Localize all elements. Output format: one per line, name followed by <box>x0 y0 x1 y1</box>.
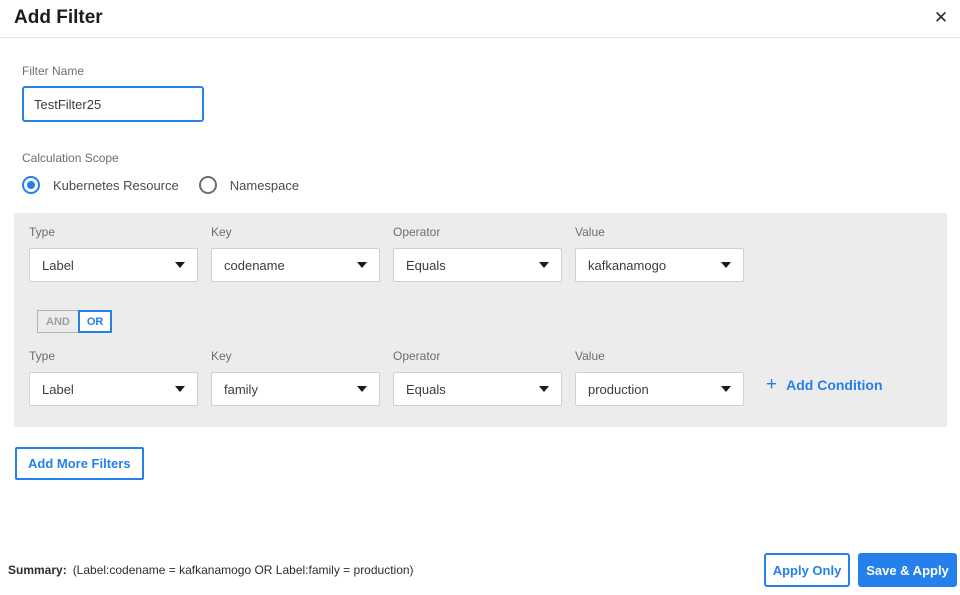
value-label: Value <box>575 225 605 239</box>
condition1-type-dropdown[interactable]: Label <box>29 248 198 282</box>
dropdown-value: Label <box>42 381 74 397</box>
condition1-type-group: Type Label <box>29 225 198 282</box>
filter-name-input[interactable] <box>22 86 204 122</box>
dialog-title: Add Filter <box>14 7 103 28</box>
condition2-operator-dropdown[interactable]: Equals <box>393 372 562 406</box>
condition1-value-dropdown[interactable]: kafkanamogo <box>575 248 744 282</box>
radio-label: Kubernetes Resource <box>53 177 179 193</box>
radio-unselected-icon[interactable] <box>198 176 217 194</box>
calculation-scope-label: Calculation Scope <box>22 151 119 165</box>
dropdown-value: production <box>588 381 649 397</box>
filter-name-label: Filter Name <box>22 64 85 78</box>
dropdown-value: Label <box>42 257 74 273</box>
add-condition-button[interactable]: + Add Condition <box>766 375 883 394</box>
condition1-operator-dropdown[interactable]: Equals <box>393 248 562 282</box>
calculation-scope-options: Kubernetes Resource Namespace <box>22 176 319 194</box>
chevron-down-icon <box>175 386 185 392</box>
condition1-value-group: Value kafkanamogo <box>575 225 744 282</box>
logic-operator-toggle: AND OR <box>37 310 113 333</box>
chevron-down-icon <box>539 386 549 392</box>
dropdown-value: family <box>224 381 258 397</box>
dropdown-value: Equals <box>406 257 446 273</box>
radio-kubernetes-resource[interactable]: Kubernetes Resource <box>22 176 179 194</box>
radio-label: Namespace <box>229 177 300 193</box>
dropdown-value: kafkanamogo <box>588 257 667 273</box>
condition2-type-dropdown[interactable]: Label <box>29 372 198 406</box>
header-divider <box>0 37 960 38</box>
chevron-down-icon <box>175 262 185 268</box>
type-label: Type <box>29 225 56 239</box>
key-label: Key <box>211 349 232 363</box>
summary-label: Summary: <box>8 563 67 577</box>
add-filter-dialog: Add Filter ✕ Filter Name Calculation Sco… <box>0 0 960 595</box>
apply-only-button[interactable]: Apply Only <box>764 553 850 587</box>
add-condition-label: Add Condition <box>786 376 883 393</box>
operator-label: Operator <box>393 225 441 239</box>
conditions-panel: Type Label Key codename Operator Equals … <box>14 213 947 427</box>
radio-selected-icon[interactable] <box>22 176 40 194</box>
condition1-operator-group: Operator Equals <box>393 225 562 282</box>
save-and-apply-button[interactable]: Save & Apply <box>858 553 957 587</box>
condition1-key-dropdown[interactable]: codename <box>211 248 380 282</box>
condition2-type-group: Type Label <box>29 349 198 406</box>
chevron-down-icon <box>357 386 367 392</box>
operator-label: Operator <box>393 349 441 363</box>
chevron-down-icon <box>721 386 731 392</box>
add-more-filters-button[interactable]: Add More Filters <box>15 447 144 480</box>
chevron-down-icon <box>539 262 549 268</box>
plus-icon: + <box>766 374 778 395</box>
dropdown-value: Equals <box>406 381 446 397</box>
condition2-key-group: Key family <box>211 349 380 406</box>
condition1-key-group: Key codename <box>211 225 380 282</box>
radio-namespace[interactable]: Namespace <box>198 176 300 194</box>
type-label: Type <box>29 349 56 363</box>
and-toggle-button[interactable]: AND <box>37 310 79 333</box>
chevron-down-icon <box>721 262 731 268</box>
condition2-value-dropdown[interactable]: production <box>575 372 744 406</box>
dropdown-value: codename <box>224 257 285 273</box>
chevron-down-icon <box>357 262 367 268</box>
condition2-operator-group: Operator Equals <box>393 349 562 406</box>
condition2-key-dropdown[interactable]: family <box>211 372 380 406</box>
close-icon[interactable]: ✕ <box>930 7 952 29</box>
value-label: Value <box>575 349 605 363</box>
condition2-value-group: Value production <box>575 349 744 406</box>
summary-expression: (Label:codename = kafkanamogo OR Label:f… <box>72 563 414 577</box>
key-label: Key <box>211 225 232 239</box>
or-toggle-button[interactable]: OR <box>77 310 113 333</box>
summary-text: Summary: (Label:codename = kafkanamogo OR… <box>8 563 414 577</box>
